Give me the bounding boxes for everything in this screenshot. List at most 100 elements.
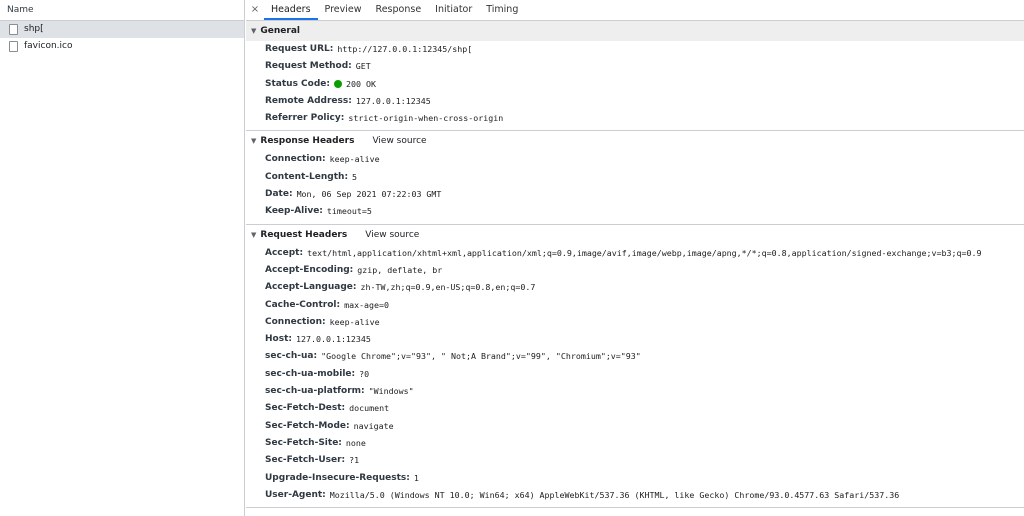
header-row: Keep-Alive: timeout=5 [246,203,1024,220]
request-name: favicon.ico [24,41,73,51]
header-row: Cache-Control: max-age=0 [246,297,1024,314]
header-row: Sec-Fetch-Site: none [246,435,1024,452]
header-row: Connection: keep-alive [246,314,1024,331]
header-key: Request Method: [265,61,352,72]
tab-timing[interactable]: Timing [479,0,525,20]
status-dot-icon [334,79,342,88]
header-row: sec-ch-ua-mobile: ?0 [246,366,1024,383]
header-value: none [345,437,366,448]
status-text: 200 OK [346,78,376,89]
header-key: Referrer Policy: [265,113,345,124]
header-value: 127.0.0.1:12345 [355,95,431,106]
header-key: Accept-Encoding: [265,264,354,275]
header-row: Status Code: 200 OK [246,76,1024,93]
tab-response[interactable]: Response [369,0,429,20]
header-value: 127.0.0.1:12345 [295,334,371,345]
header-value: gzip, deflate, br [357,264,443,275]
header-key: Remote Address: [265,95,352,106]
status-value: 200 OK [334,76,376,93]
header-key: sec-ch-ua-mobile: [265,368,356,379]
header-row: Remote Address: 127.0.0.1:12345 [246,93,1024,110]
header-row: Request Method: GET [246,58,1024,75]
header-key: sec-ch-ua: [265,351,318,362]
header-value: 1 [413,472,419,483]
section-title: Request Headers [260,229,348,240]
document-icon [9,24,18,35]
header-key: Sec-Fetch-Mode: [265,420,350,431]
close-icon[interactable]: × [246,0,264,20]
view-source-link[interactable]: View source [372,136,426,146]
header-key: Request URL: [265,44,334,54]
tab-preview[interactable]: Preview [318,0,369,20]
details-panel: × Headers Preview Response Initiator Tim… [246,0,1024,516]
request-name: shp[ [24,24,44,34]
header-value: keep-alive [329,154,380,165]
header-key: Cache-Control: [265,299,341,310]
header-row: Referrer Policy: strict-origin-when-cros… [246,110,1024,127]
header-row: Sec-Fetch-User: ?1 [246,452,1024,469]
header-value: Mon, 06 Sep 2021 07:22:03 GMT [296,189,442,200]
header-value: ?0 [359,368,370,379]
header-row: Sec-Fetch-Mode: navigate [246,418,1024,435]
header-key: Content-Length: [265,171,349,182]
header-row: Request URL: http://127.0.0.1:12345/shp[ [246,41,1024,58]
header-key: Sec-Fetch-Site: [265,437,342,448]
header-row: Accept-Encoding: gzip, deflate, br [246,262,1024,279]
header-value: "Google Chrome";v="93", " Not;A Brand";v… [321,351,641,362]
header-key: Upgrade-Insecure-Requests: [265,472,410,483]
header-value: text/html,application/xhtml+xml,applicat… [307,247,982,258]
request-headers-section: ▼ Request Headers View source Accept: tex… [246,225,1024,509]
tab-headers[interactable]: Headers [264,0,318,20]
header-value: keep-alive [329,316,380,327]
header-row: User-Agent: Mozilla/5.0 (Windows NT 10.0;… [246,487,1024,504]
request-headers-header[interactable]: ▼ Request Headers View source [246,225,1024,245]
header-row: Date: Mon, 06 Sep 2021 07:22:03 GMT [246,186,1024,203]
header-value: strict-origin-when-cross-origin [348,113,504,124]
section-title: Response Headers [260,136,355,147]
request-row-favicon[interactable]: favicon.ico [0,38,244,55]
header-value: http://127.0.0.1:12345/shp[ [337,44,473,54]
header-key: Accept-Language: [265,282,357,293]
header-value: "Windows" [368,386,414,397]
header-value: timeout=5 [326,206,372,217]
header-row: Sec-Fetch-Dest: document [246,400,1024,417]
header-key: Accept: [265,247,304,258]
header-value: ?1 [349,455,360,466]
header-row: Content-Length: 5 [246,169,1024,186]
header-row: Connection: keep-alive [246,151,1024,168]
header-row: Host: 127.0.0.1:12345 [246,331,1024,348]
header-key: Keep-Alive: [265,206,323,217]
details-tabbar: × Headers Preview Response Initiator Tim… [246,0,1024,21]
triangle-down-icon: ▼ [251,27,257,35]
header-row: sec-ch-ua-platform: "Windows" [246,383,1024,400]
header-value: zh-TW,zh;q=0.9,en-US;q=0.8,en;q=0.7 [360,282,536,293]
header-value: navigate [353,420,394,431]
header-value: document [349,403,390,414]
general-section: ▼ General Request URL: http://127.0.0.1:… [246,21,1024,132]
header-row: sec-ch-ua: "Google Chrome";v="93", " Not;… [246,348,1024,365]
header-value: max-age=0 [344,299,390,310]
header-row: Accept-Language: zh-TW,zh;q=0.9,en-US;q=0… [246,279,1024,296]
header-key: Status Code: [265,78,330,89]
header-key: Sec-Fetch-User: [265,455,346,466]
view-source-link[interactable]: View source [365,230,419,240]
general-section-header[interactable]: ▼ General [246,21,1024,41]
triangle-down-icon: ▼ [251,137,257,146]
header-key: Sec-Fetch-Dest: [265,403,346,414]
document-icon [9,41,18,52]
header-key: Connection: [265,316,326,327]
header-row: Upgrade-Insecure-Requests: 1 [246,470,1024,487]
response-headers-header[interactable]: ▼ Response Headers View source [246,131,1024,151]
request-row-shp[interactable]: shp[ [0,21,244,38]
tab-initiator[interactable]: Initiator [428,0,479,20]
header-value: GET [355,61,371,72]
header-key: Connection: [265,154,326,165]
header-key: User-Agent: [265,489,326,500]
section-title: General [260,26,300,36]
header-value: 5 [352,171,358,182]
header-key: Host: [265,334,292,345]
name-column-header[interactable]: Name [0,0,244,21]
header-row: Accept: text/html,application/xhtml+xml,a… [246,245,1024,262]
header-value: Mozilla/5.0 (Windows NT 10.0; Win64; x64… [329,489,900,500]
request-list-panel: Name shp[ favicon.ico [0,0,245,516]
